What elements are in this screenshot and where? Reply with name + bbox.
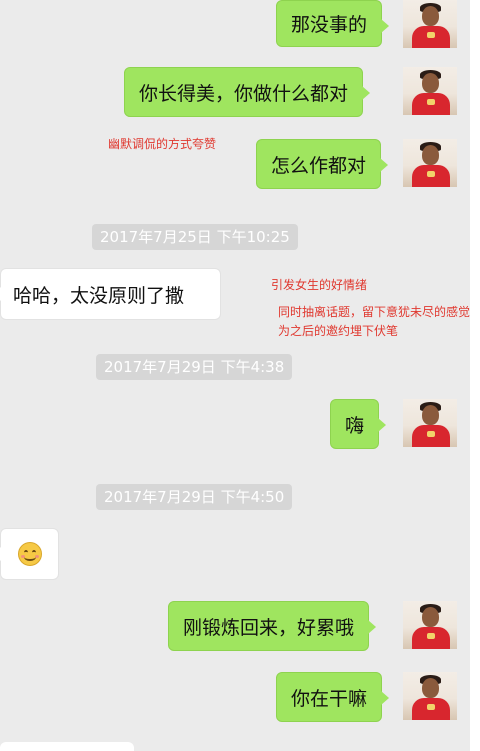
avatar-shirt-logo [427,431,435,437]
message-text: 哈哈，太没原则了撒 [13,284,185,307]
message-bubble-incoming-partial[interactable] [0,742,134,751]
chat-area[interactable]: 那没事的 你长得美，你做什么都对 幽默调侃的方式夸赞 怎么作都对 2017年7月… [0,0,470,751]
timestamp-label: 2017年7月25日 下午10:25 [92,224,298,250]
message-bubble-incoming[interactable] [0,528,59,580]
user-avatar[interactable] [403,399,457,447]
timestamp-label: 2017年7月29日 下午4:50 [96,484,293,510]
timestamp-label: 2017年7月29日 下午4:38 [96,354,293,380]
avatar-shirt-logo [427,99,435,105]
avatar-head [422,6,439,26]
annotation-note: 同时抽离话题，留下意犹未尽的感觉。 [278,305,470,319]
user-avatar[interactable] [403,672,457,720]
avatar-shirt-logo [427,32,435,38]
annotation-note: 为之后的邀约埋下伏笔 [278,324,399,338]
avatar-head [422,145,439,165]
smile-emoji-icon [17,542,42,566]
avatar-shirt-logo [427,633,435,639]
user-avatar[interactable] [403,139,457,187]
message-text: 怎么作都对 [271,154,367,177]
message-bubble-outgoing[interactable]: 刚锻炼回来，好累哦 [168,601,377,651]
avatar-head [422,73,439,93]
message-bubble-outgoing[interactable]: 你长得美，你做什么都对 [124,67,371,117]
message-text: 刚锻炼回来，好累哦 [183,616,355,639]
message-bubble-outgoing[interactable]: 那没事的 [276,0,390,47]
message-bubble-outgoing[interactable]: 嗨 [330,399,387,449]
message-bubble-outgoing[interactable]: 怎么作都对 [256,139,389,189]
message-bubble-incoming[interactable]: 哈哈，太没原则了撒 [0,268,221,320]
message-bubble-outgoing[interactable]: 你在干嘛 [276,672,390,722]
annotation-note: 幽默调侃的方式夸赞 [108,137,217,151]
message-text: 你长得美，你做什么都对 [139,82,349,105]
user-avatar[interactable] [403,0,457,48]
user-avatar[interactable] [403,601,457,649]
message-text: 你在干嘛 [291,687,368,710]
avatar-head [422,405,439,425]
avatar-head [422,678,439,698]
message-text: 嗨 [345,414,365,437]
avatar-shirt-logo [427,171,435,177]
message-text: 那没事的 [291,14,368,36]
annotation-note: 引发女生的好情绪 [271,278,368,292]
avatar-head [422,607,439,627]
avatar-shirt-logo [427,704,435,710]
emoji-mouth [23,553,36,561]
user-avatar[interactable] [403,67,457,115]
